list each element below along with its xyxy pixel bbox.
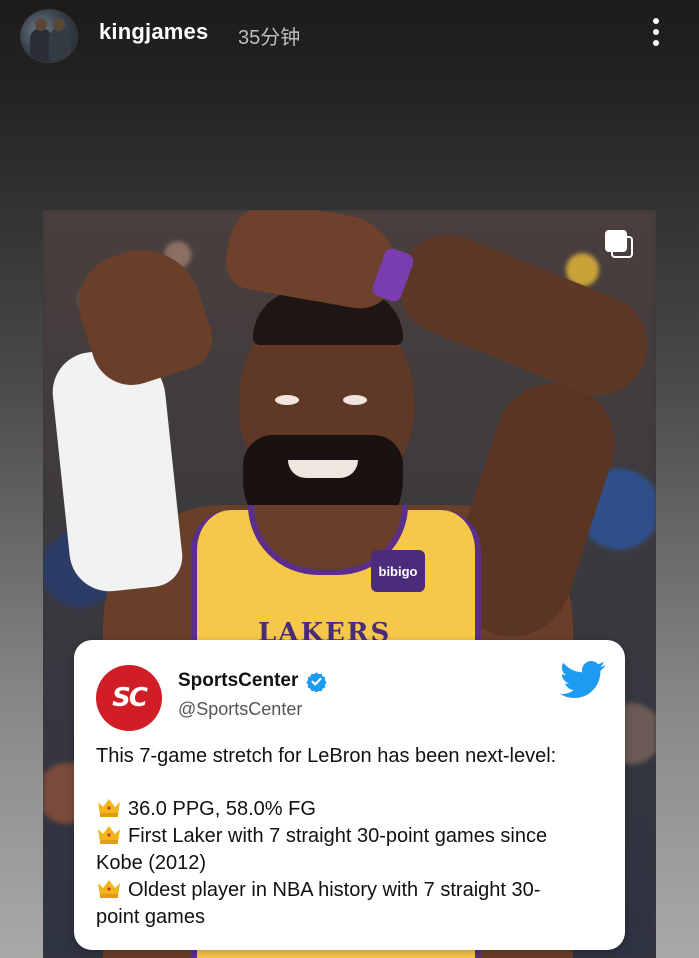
crown-emoji-icon xyxy=(98,880,120,898)
tweet-bullet: 36.0 PPG, 58.0% FG xyxy=(96,796,611,823)
avatar-head-right xyxy=(53,18,65,31)
tweet-bullet-text: 36.0 PPG, 58.0% FG xyxy=(128,798,316,820)
more-vertical-icon xyxy=(653,40,659,46)
twitter-bird-icon xyxy=(560,661,606,699)
jersey-sponsor-patch: bibigo xyxy=(371,550,425,592)
profile-avatar[interactable] xyxy=(20,9,78,63)
sportscenter-logo[interactable]: SC xyxy=(96,665,162,731)
multiple-images-icon xyxy=(605,230,635,260)
tweet-text: This 7-game stretch for LeBron has been … xyxy=(96,743,611,931)
more-vertical-icon xyxy=(653,29,659,35)
tweet-intro: This 7-game stretch for LeBron has been … xyxy=(96,745,557,767)
player-eye-left xyxy=(275,395,299,405)
tweet-bullet: Oldest player in NBA history with 7 stra… xyxy=(96,877,611,904)
tweet-card[interactable]: SC SportsCenter @SportsCenter This 7-gam… xyxy=(74,640,625,950)
player-smile xyxy=(288,460,358,478)
tweet-handle[interactable]: @SportsCenter xyxy=(178,699,327,720)
verified-badge-icon xyxy=(306,671,327,692)
player-eye-right xyxy=(343,395,367,405)
crown-emoji-icon xyxy=(98,799,120,817)
username[interactable]: kingjames xyxy=(99,19,208,45)
tweet-bullet-text: First Laker with 7 straight 30-point gam… xyxy=(128,825,548,847)
post-timestamp: 35分钟 xyxy=(238,27,301,49)
avatar-head-left xyxy=(35,18,47,31)
more-vertical-icon xyxy=(653,18,659,24)
avatar-figure-right xyxy=(49,28,71,62)
sportscenter-logo-text: SC xyxy=(112,683,148,713)
story-header: kingjames 35分钟 xyxy=(0,0,699,72)
tweet-bullet-continuation: Kobe (2012) xyxy=(96,852,207,874)
more-options-button[interactable] xyxy=(640,14,672,50)
tweet-bullet-continuation: point games xyxy=(96,906,205,928)
tweet-author: SportsCenter @SportsCenter xyxy=(178,670,327,720)
tweet-bullet: First Laker with 7 straight 30-point gam… xyxy=(96,823,611,850)
tweet-display-name[interactable]: SportsCenter xyxy=(178,670,298,692)
crown-emoji-icon xyxy=(98,826,120,844)
tweet-bullet-text: Oldest player in NBA history with 7 stra… xyxy=(128,879,541,901)
